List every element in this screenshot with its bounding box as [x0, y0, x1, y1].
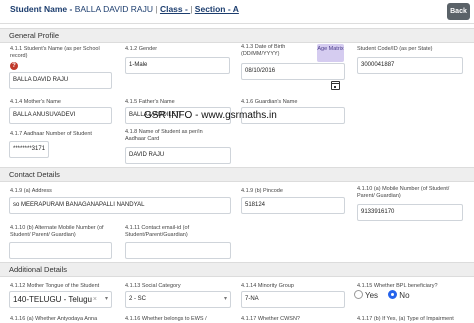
mobile-input[interactable]: 9133916170: [357, 204, 463, 221]
calendar-icon[interactable]: [331, 81, 340, 90]
mobile-label: 4.1.10 (a) Mobile Number (of Student/: [357, 186, 450, 192]
class-link[interactable]: Class -: [160, 4, 190, 14]
page-header: Student Name - BALLA DAVID RAJU | Class …: [0, 0, 474, 24]
student-name-field-label: 4.1.1 Student's Name (as per School: [10, 46, 100, 52]
clear-icon[interactable]: ×: [93, 292, 97, 307]
bpl-yes-option[interactable]: Yes: [354, 290, 378, 300]
email-label-2: Student/Parent/Guardian): [125, 232, 188, 238]
radio-checked-icon[interactable]: [388, 290, 398, 299]
aadhaar-name-label-2: Aadhaar Card: [125, 136, 160, 142]
aadhaar-input[interactable]: ********3171: [9, 141, 49, 158]
section-general-profile: General Profile: [0, 28, 474, 43]
chevron-down-icon[interactable]: ▾: [105, 292, 108, 307]
bpl-radio-group: Yes No: [354, 290, 418, 300]
address-input[interactable]: so MEERAPURAM BANAGANAPALLI NANDYAL: [9, 197, 231, 214]
social-category-value: 2 - SC: [129, 296, 147, 302]
chevron-down-icon[interactable]: ▾: [224, 292, 227, 307]
dob-label-2: (DD/MM/YYYY): [241, 51, 280, 57]
father-name-label: 4.1.5 Father's Name: [125, 99, 175, 105]
back-button[interactable]: Back: [447, 3, 470, 20]
cwsn-label: 4.1.17 Whether CWSN?: [241, 316, 300, 322]
mobile-label-2: Parent/ Guardian): [357, 193, 401, 199]
dob-label: 4.1.3 Date of Birth: [241, 44, 286, 50]
aadhaar-name-label: 4.1.8 Name of Student as per/in: [125, 129, 203, 135]
minority-value: 7-NA: [245, 296, 259, 302]
mother-name-input[interactable]: BALLA ANUSUVADEVI: [9, 107, 112, 124]
radio-unchecked-icon[interactable]: [354, 290, 363, 299]
mother-name-label: 4.1.4 Mother's Name: [10, 99, 61, 105]
minority-label: 4.1.14 Minority Group: [241, 283, 294, 289]
alt-mobile-input[interactable]: [9, 242, 112, 259]
mother-tongue-label: 4.1.12 Mother Tongue of the Student: [10, 283, 100, 289]
student-name-field-label-2: record): [10, 53, 28, 59]
watermark-text: GSR INFO - www.gsrmaths.in: [144, 110, 277, 121]
minority-select[interactable]: 7-NA: [241, 291, 345, 308]
section-additional-details: Additional Details: [0, 262, 474, 277]
alt-mobile-label-2: Student/ Parent/ Guardian): [10, 232, 76, 238]
student-name-label: Student Name -: [10, 4, 73, 14]
ews-label: 4.1.16 Whether belongs to EWS /: [125, 316, 207, 322]
email-label: 4.1.11 Contact email-id (of: [125, 225, 190, 231]
impairment-label: 4.1.17 (b) If Yes, (a) Type of Impairmen…: [357, 316, 454, 322]
dob-input[interactable]: 08/10/2016: [241, 63, 345, 80]
pincode-label: 4.1.9 (b) Pincode: [241, 188, 283, 194]
warning-icon: ?: [10, 62, 18, 70]
alt-mobile-label: 4.1.10 (b) Alternate Mobile Number (of: [10, 225, 104, 231]
bpl-label: 4.1.15 Whether BPL beneficiary?: [357, 283, 438, 289]
mother-tongue-select[interactable]: 140-TELUGU - Telugu × ▾: [9, 291, 112, 308]
gender-label: 4.1.2 Gender: [125, 46, 158, 52]
aadhaar-label: 4.1.7 Aadhaar Number of Student: [10, 131, 92, 137]
student-name-value: BALLA DAVID RAJU: [74, 4, 153, 14]
antyodaya-label: 4.1.16 (a) Whether Antyodaya Anna: [10, 316, 98, 322]
social-category-select[interactable]: 2 - SC ▾: [125, 291, 231, 308]
age-matrix-button[interactable]: Age Matrix: [317, 44, 344, 62]
social-category-label: 4.1.13 Social Category: [125, 283, 181, 289]
student-code-label: Student Code/ID (as per State): [357, 46, 433, 52]
gender-select[interactable]: 1-Male: [125, 57, 230, 74]
mother-tongue-value: 140-TELUGU - Telugu: [13, 295, 92, 304]
student-code-input[interactable]: 3000041887: [357, 57, 463, 74]
gender-value: 1-Male: [129, 62, 148, 68]
aadhaar-name-input[interactable]: DAVID RAJU: [125, 147, 231, 164]
email-input[interactable]: [125, 242, 231, 259]
section-link[interactable]: Section - A: [195, 4, 239, 14]
bpl-no-option[interactable]: No: [388, 290, 410, 300]
section-contact-details: Contact Details: [0, 167, 474, 182]
header-separator: |: [155, 4, 158, 14]
pincode-input[interactable]: 518124: [241, 197, 345, 214]
student-name-input[interactable]: BALLA DAVID RAJU: [9, 72, 112, 89]
guardian-name-label: 4.1.6 Guardian's Name: [241, 99, 298, 105]
address-label: 4.1.9 (a) Address: [10, 188, 52, 194]
header-separator: |: [190, 4, 193, 14]
